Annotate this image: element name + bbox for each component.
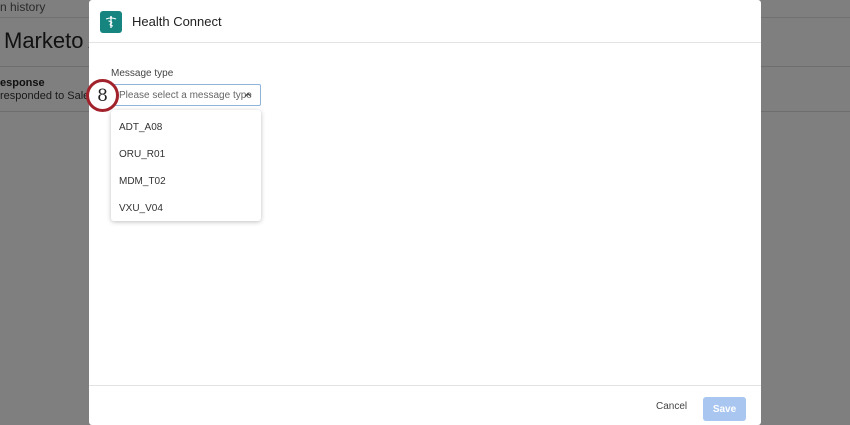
dropdown-option-adt-a08[interactable]: ADT_A08 [111, 114, 261, 141]
modal-title: Health Connect [132, 14, 222, 29]
caduceus-icon [100, 11, 122, 33]
chevron-up-icon [244, 92, 252, 97]
message-type-label: Message type [111, 68, 174, 79]
message-type-select[interactable]: Please select a message type [111, 84, 261, 106]
modal-header: Health Connect [89, 0, 761, 43]
message-type-placeholder: Please select a message type [119, 89, 252, 101]
health-connect-modal: Health Connect Message type Please selec… [89, 0, 761, 425]
save-button[interactable]: Save [703, 397, 746, 421]
dropdown-option-oru-r01[interactable]: ORU_R01 [111, 141, 261, 168]
message-type-dropdown: ADT_A08 ORU_R01 MDM_T02 VXU_V04 [111, 110, 261, 221]
dropdown-option-mdm-t02[interactable]: MDM_T02 [111, 168, 261, 195]
cancel-button[interactable]: Cancel [656, 401, 687, 412]
step-number-badge: 8 [86, 79, 119, 112]
dropdown-option-vxu-v04[interactable]: VXU_V04 [111, 195, 261, 222]
modal-footer: Cancel Save [89, 385, 761, 425]
